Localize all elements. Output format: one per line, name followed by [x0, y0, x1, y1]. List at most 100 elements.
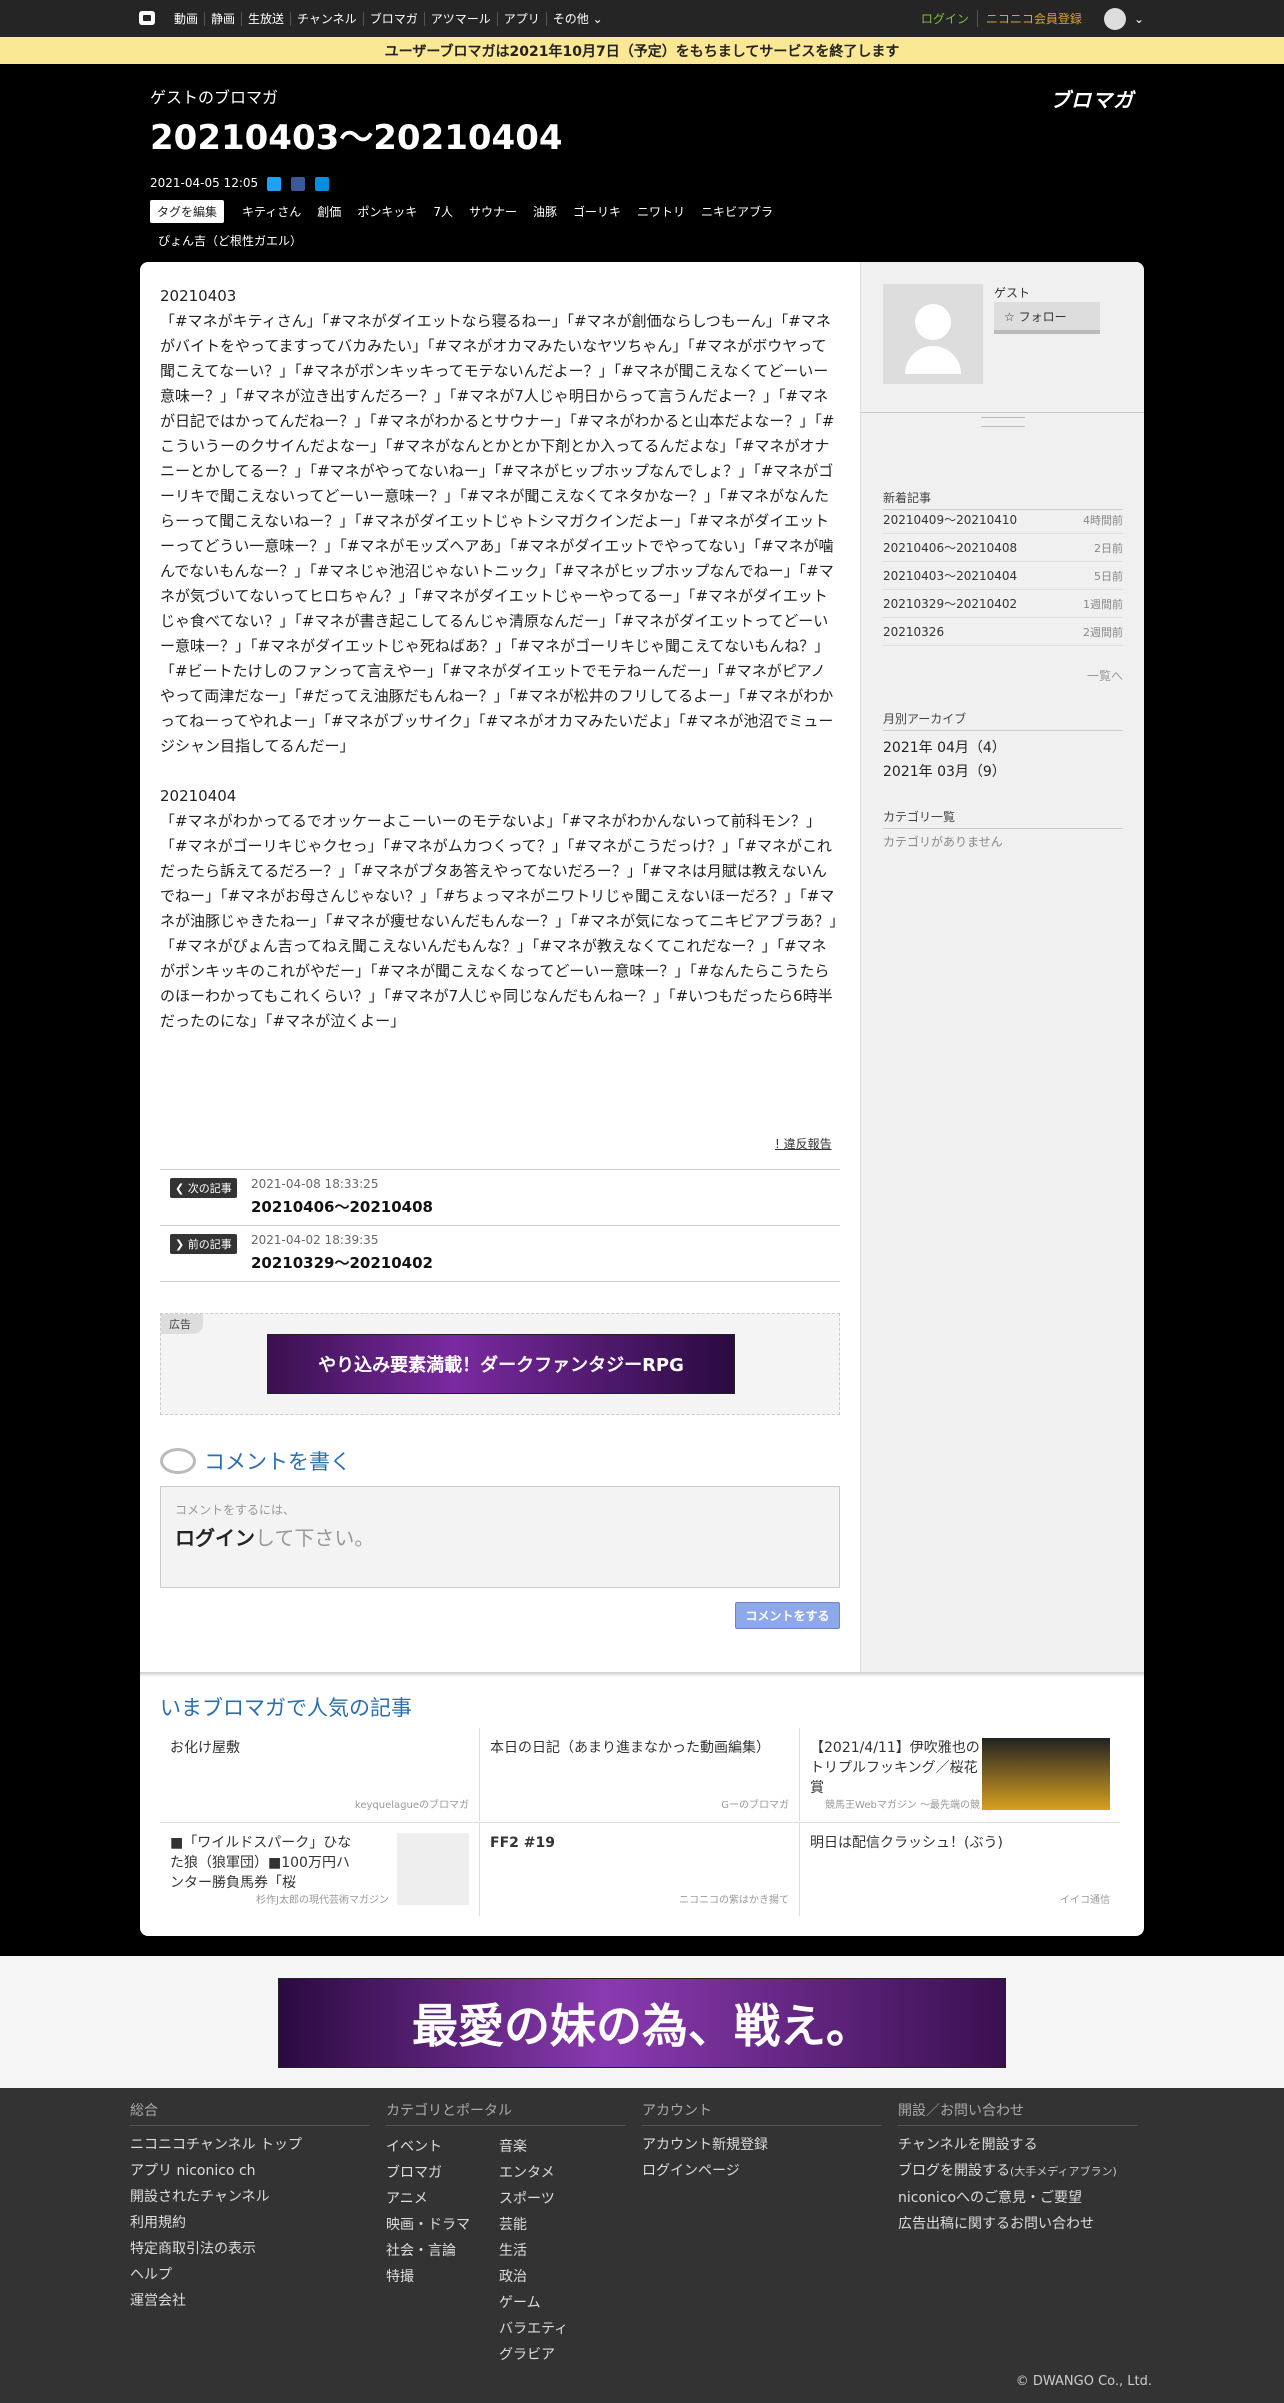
service-end-notice[interactable]: ユーザーブロマガは2021年10月7日（予定）をもちましてサービスを終了します	[0, 37, 1284, 64]
footer-link[interactable]: ゲーム	[499, 2290, 568, 2316]
popular-heading: いまブロマガで人気の記事	[160, 1696, 412, 1720]
popular-item[interactable]: 【2021/4/11】伊吹雅也のトリプルフッキング／桜花賞 競馬王Webマガジン…	[800, 1728, 1120, 1821]
nav-other[interactable]: その他 ⌄	[545, 11, 609, 26]
next-article-title[interactable]: 20210406～20210408	[251, 1196, 433, 1217]
comment-box[interactable]: コメントをするには、 ログインして下さい。	[160, 1486, 840, 1588]
submit-comment-button[interactable]: コメントをする	[735, 1602, 840, 1629]
twitter-icon[interactable]	[267, 177, 281, 191]
footer-link[interactable]: エンタメ	[499, 2160, 568, 2186]
footer-link[interactable]: ヘルプ	[130, 2262, 370, 2288]
footer-link[interactable]: 政治	[499, 2264, 568, 2290]
prev-article-title[interactable]: 20210329～20210402	[251, 1252, 433, 1273]
chevron-down-icon[interactable]: ⌄	[1134, 12, 1144, 26]
tag-item[interactable]: ゴーリキ	[565, 200, 629, 223]
nav-blomaga[interactable]: ブロマガ	[362, 11, 424, 26]
footer-link[interactable]: 広告出稿に関するお問い合わせ	[898, 2211, 1138, 2237]
tag-item[interactable]: 創価	[309, 200, 349, 223]
comment-hint: コメントをするには、	[175, 1503, 296, 1517]
nav-seiga[interactable]: 静画	[204, 11, 241, 26]
next-article[interactable]: ❮ 次の記事 2021-04-08 18:33:25 20210406～2021…	[160, 1169, 840, 1225]
footer-link[interactable]: スポーツ	[499, 2186, 568, 2212]
tag-item[interactable]: ニキビアブラ	[693, 200, 781, 223]
footer-link[interactable]: アカウント新規登録	[642, 2132, 882, 2158]
popular-item[interactable]: 明日は配信クラッシュ！(ぶう) イイコ通信	[800, 1823, 1120, 1916]
recent-item[interactable]: 20210403～20210404 5日前	[883, 562, 1123, 590]
footer-link[interactable]: ニコニコチャンネル トップ	[130, 2132, 370, 2158]
popular-item[interactable]: FF2 #19 ニコニコの紫はかき揚て	[480, 1823, 800, 1916]
recent-item[interactable]: 20210326 2週間前	[883, 618, 1123, 646]
tag-item[interactable]: ぴょん吉（ど根性ガエル）	[150, 229, 310, 252]
footer-link[interactable]: チャンネルを開設する	[898, 2132, 1138, 2158]
nav-douga[interactable]: 動画	[168, 12, 204, 26]
user-avatar[interactable]	[1103, 7, 1126, 30]
footer-link[interactable]: 利用規約	[130, 2210, 370, 2236]
popular-item[interactable]: お化け屋敷 keyquelagueのブロマガ	[160, 1728, 480, 1821]
footer-link[interactable]: 音楽	[499, 2134, 568, 2160]
footer-link[interactable]: 映画・ドラマ	[386, 2212, 470, 2238]
main-card: 20210403 「#マネがキティさん」「#マネがダイエットなら寝るねー」「#マ…	[140, 262, 1144, 1936]
popular-item[interactable]: 本日の日記（あまり進まなかった動画編集） Gーのブロマガ	[480, 1728, 800, 1821]
recent-item[interactable]: 20210409～20210410 4時間前	[883, 506, 1123, 534]
footer-link[interactable]: 社会・言論	[386, 2238, 470, 2264]
footer-link[interactable]: 特撮	[386, 2264, 470, 2290]
edit-tags-button[interactable]: タグを編集	[150, 200, 225, 223]
register-link[interactable]: ニコニコ会員登録	[976, 10, 1082, 27]
footer: 総合 ニコニコチャンネル トップ アプリ niconico ch 開設されたチャ…	[0, 2088, 1284, 2403]
archive-item[interactable]: 2021年 04月（4）	[883, 737, 1006, 757]
tag-item[interactable]: ポンキッキ	[349, 200, 425, 223]
comment-login-link[interactable]: ログイン	[175, 1526, 255, 1550]
footer-link[interactable]: 開設されたチャンネル	[130, 2184, 370, 2210]
tag-item[interactable]: ニワトリ	[629, 200, 693, 223]
footer-link[interactable]: 特定商取引法の表示	[130, 2236, 370, 2262]
author-avatar[interactable]	[883, 284, 983, 384]
chevron-right-icon: ❯	[175, 1238, 185, 1251]
footer-link[interactable]: イベント	[386, 2134, 470, 2160]
expand-handle[interactable]	[981, 417, 1025, 427]
nav-atsumaru[interactable]: アツマール	[423, 11, 497, 26]
prev-article[interactable]: ❯ 前の記事 2021-04-02 18:39:35 20210329～2021…	[160, 1225, 840, 1281]
footer-link[interactable]: バラエティ	[499, 2316, 568, 2342]
archive-item[interactable]: 2021年 03月（9）	[883, 761, 1006, 781]
nav-live[interactable]: 生放送	[241, 11, 290, 26]
footer-link[interactable]: アプリ niconico ch	[130, 2158, 370, 2184]
footer-link[interactable]: 生活	[499, 2238, 568, 2264]
login-link[interactable]: ログイン	[921, 10, 969, 27]
footer-link[interactable]: niconicoへのご意見・ご要望	[898, 2185, 1138, 2211]
footer-link[interactable]: 芸能	[499, 2212, 568, 2238]
footer-link[interactable]: ログインページ	[642, 2158, 882, 2184]
page-title: 20210403～20210404	[150, 118, 563, 158]
global-header: 動画 静画 生放送 チャンネル ブロマガ アツマール アプリ その他 ⌄ ログイ…	[0, 0, 1284, 37]
footer-link[interactable]: グラビア	[499, 2342, 568, 2368]
report-link[interactable]: ! 違反報告	[775, 1135, 832, 1152]
recent-item[interactable]: 20210329～20210402 1週間前	[883, 590, 1123, 618]
tag-item[interactable]: キティさん	[234, 200, 309, 223]
facebook-icon[interactable]	[291, 177, 305, 191]
popular-item[interactable]: ■「ワイルドスパーク」ひなた狼（狼軍団）■100万円ハンター勝負馬券「桜 杉作J…	[160, 1823, 480, 1916]
footer-link[interactable]: アニメ	[386, 2186, 470, 2212]
footer-link[interactable]: ブロマガ	[386, 2160, 470, 2186]
author-name[interactable]: ゲスト	[994, 284, 1030, 301]
tag-item[interactable]: サウナー	[461, 200, 525, 223]
popular-thumbnail	[397, 1833, 469, 1905]
chevron-down-icon: ⌄	[592, 11, 603, 26]
recent-item[interactable]: 20210406～20210408 2日前	[883, 534, 1123, 562]
category-heading: カテゴリ一覧	[883, 808, 1123, 829]
hatena-bookmark-icon[interactable]	[315, 177, 329, 191]
bottom-ad-banner[interactable]: 最愛の妹の為、戦え。	[278, 1978, 1006, 2068]
footer-link[interactable]: 運営会社	[130, 2288, 370, 2314]
tag-list: タグを編集 キティさん 創価 ポンキッキ 7人 サウナー 油豚 ゴーリキ ニワト…	[150, 200, 790, 252]
blomaga-logo[interactable]: ブロマガ	[1050, 84, 1134, 113]
blog-author[interactable]: ゲストのブロマガ	[150, 84, 278, 108]
tag-item[interactable]: 油豚	[525, 200, 565, 223]
tag-item[interactable]: 7人	[425, 200, 461, 223]
follow-button[interactable]: ☆ フォロー	[994, 302, 1100, 334]
ad-banner[interactable]: やり込み要素満載！ダークファンタジーRPG	[267, 1334, 735, 1394]
recent-more-link[interactable]: 一覧へ	[883, 667, 1123, 684]
niconico-logo-icon[interactable]	[139, 11, 155, 25]
nav-app[interactable]: アプリ	[496, 11, 546, 26]
divider	[861, 412, 1144, 413]
footer-link[interactable]: ブログを開設する(大手メディアブラン)	[898, 2158, 1138, 2185]
article-body: 20210403 「#マネがキティさん」「#マネがダイエットなら寝るねー」「#マ…	[160, 284, 840, 1059]
nav-channel[interactable]: チャンネル	[290, 11, 363, 26]
post-date: 2021-04-05 12:05	[150, 176, 259, 190]
